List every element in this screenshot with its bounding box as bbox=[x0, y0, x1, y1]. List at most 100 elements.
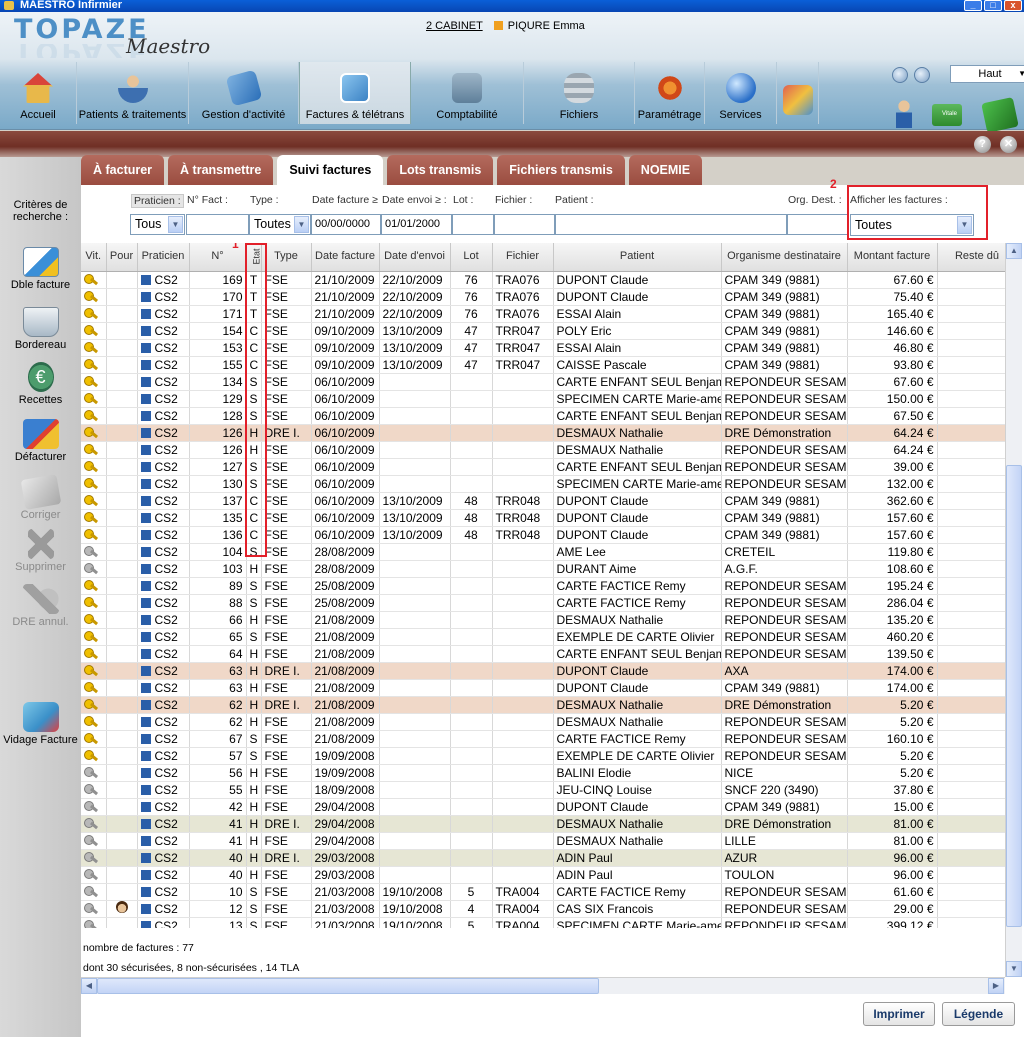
table-row[interactable]: CS2 127 S FSE 06/10/2009 CARTE ENFANT SEUL Be… bbox=[81, 458, 1005, 476]
nfact-input[interactable] bbox=[186, 214, 249, 235]
column-header-13[interactable]: Reste dû bbox=[937, 243, 1005, 272]
sidebar-button-2[interactable]: € Recettes bbox=[0, 362, 81, 406]
column-header-11[interactable]: Organisme destinataire bbox=[721, 243, 848, 272]
table-row[interactable]: CS2 135 C FSE 06/10/2009 13/10/2009 48 TRR048 DU… bbox=[81, 509, 1005, 527]
type-select[interactable]: Toutes ▼ bbox=[249, 214, 311, 235]
table-row[interactable]: CS2 62 H DRE I. 21/08/2009 DESMAUX Nathalie DR… bbox=[81, 696, 1005, 714]
table-row[interactable]: CS2 13 S FSE 21/03/2008 19/10/2008 5 TRA004 SPEC… bbox=[81, 917, 1005, 928]
cabinet-link[interactable]: 2 CABINET bbox=[426, 20, 483, 32]
sidebar-button-1[interactable]: Bordereau bbox=[0, 307, 81, 351]
position-select[interactable]: Haut ▼ bbox=[950, 65, 1024, 83]
sidebar-button-0[interactable]: Dble facture bbox=[0, 247, 81, 291]
table-row[interactable]: CS2 104 S FSE 28/08/2009 AME Lee CRETEIL 119.80… bbox=[81, 543, 1005, 561]
table-row[interactable]: CS2 10 S FSE 21/03/2008 19/10/2008 5 TRA004 CART… bbox=[81, 883, 1005, 901]
nav-item-3[interactable]: Factures & télétrans bbox=[299, 62, 411, 124]
column-header-10[interactable]: Patient bbox=[553, 243, 722, 272]
column-header-7[interactable]: Date d'envoi bbox=[379, 243, 451, 272]
column-header-1[interactable]: Pour bbox=[106, 243, 138, 272]
praticien-select[interactable]: Tous ▼ bbox=[130, 214, 185, 235]
column-header-6[interactable]: Date facture bbox=[311, 243, 380, 272]
back-icon[interactable] bbox=[892, 67, 908, 83]
table-row[interactable]: CS2 130 S FSE 06/10/2009 SPECIMEN CARTE Marie… bbox=[81, 475, 1005, 493]
minimize-button[interactable]: _ bbox=[964, 0, 982, 11]
print-button[interactable]: Imprimer bbox=[863, 1002, 935, 1026]
table-row[interactable]: CS2 128 S FSE 06/10/2009 CARTE ENFANT SEUL Be… bbox=[81, 407, 1005, 425]
nav-item-0[interactable]: Accueil bbox=[0, 62, 77, 124]
tab-0[interactable]: À facturer bbox=[81, 155, 165, 185]
sidebar-button-5[interactable]: Supprimer bbox=[0, 529, 81, 573]
table-row[interactable]: CS2 63 H DRE I. 21/08/2009 DUPONT Claude AXA 17… bbox=[81, 662, 1005, 680]
sidebar-button-3[interactable]: Défacturer bbox=[0, 419, 81, 463]
table-row[interactable]: CS2 136 C FSE 06/10/2009 13/10/2009 48 TRR048 DU… bbox=[81, 526, 1005, 544]
table-row[interactable]: CS2 55 H FSE 18/09/2008 JEU-CINQ Louise SNCF 2… bbox=[81, 781, 1005, 799]
table-row[interactable]: CS2 42 H FSE 29/04/2008 DUPONT Claude CPAM 349… bbox=[81, 798, 1005, 816]
tab-5[interactable]: NOEMIE bbox=[628, 155, 703, 185]
table-row[interactable]: CS2 63 H FSE 21/08/2009 DUPONT Claude CPAM 349… bbox=[81, 679, 1005, 697]
table-row[interactable]: CS2 126 H FSE 06/10/2009 DESMAUX Nathalie REPO… bbox=[81, 441, 1005, 459]
horizontal-scroll-thumb[interactable] bbox=[97, 978, 599, 994]
maximize-button[interactable]: □ bbox=[984, 0, 1002, 11]
nav-item-8[interactable] bbox=[777, 62, 819, 124]
tab-1[interactable]: À transmettre bbox=[168, 155, 274, 185]
table-row[interactable]: CS2 41 H DRE I. 29/04/2008 DESMAUX Nathalie DR… bbox=[81, 815, 1005, 833]
table-row[interactable]: CS2 40 H DRE I. 29/03/2008 ADIN Paul AZUR 96.00… bbox=[81, 849, 1005, 867]
table-row[interactable]: CS2 67 S FSE 21/08/2009 CARTE FACTICE Remy REP… bbox=[81, 730, 1005, 748]
nav-item-5[interactable]: Fichiers bbox=[524, 62, 635, 124]
table-row[interactable]: CS2 66 H FSE 21/08/2009 DESMAUX Nathalie REPON… bbox=[81, 611, 1005, 629]
nav-item-4[interactable]: Comptabilité bbox=[411, 62, 524, 124]
lot-input[interactable] bbox=[452, 214, 494, 235]
forward-icon[interactable] bbox=[914, 67, 930, 83]
column-header-5[interactable]: Type bbox=[261, 243, 312, 272]
horizontal-scrollbar[interactable]: ◀ ▶ bbox=[81, 977, 1005, 994]
scroll-right-arrow[interactable]: ▶ bbox=[988, 978, 1004, 994]
table-row[interactable]: CS2 129 S FSE 06/10/2009 SPECIMEN CARTE Marie… bbox=[81, 390, 1005, 408]
practitioner-icon[interactable] bbox=[896, 100, 912, 128]
window-close-button[interactable]: x bbox=[1004, 0, 1022, 11]
table-row[interactable]: CS2 170 T FSE 21/10/2009 22/10/2009 76 TRA076 DU… bbox=[81, 288, 1005, 306]
org-dest-input[interactable] bbox=[787, 214, 849, 235]
patient-input[interactable] bbox=[555, 214, 787, 235]
date-envoi-input[interactable]: 01/01/2000 bbox=[381, 214, 452, 235]
column-header-0[interactable]: Vit. bbox=[81, 243, 107, 272]
nav-item-6[interactable]: Paramétrage bbox=[635, 62, 705, 124]
table-row[interactable]: CS2 169 T FSE 21/10/2009 22/10/2009 76 TRA076 DU… bbox=[81, 271, 1005, 289]
table-row[interactable]: CS2 57 S FSE 19/09/2008 EXEMPLE DE CARTE Oliv… bbox=[81, 747, 1005, 765]
nav-item-2[interactable]: Gestion d'activité bbox=[189, 62, 299, 124]
table-row[interactable]: CS2 41 H FSE 29/04/2008 DESMAUX Nathalie LILLE… bbox=[81, 832, 1005, 850]
card-reader-icon[interactable] bbox=[981, 97, 1019, 133]
table-row[interactable]: CS2 65 S FSE 21/08/2009 EXEMPLE DE CARTE Oliv… bbox=[81, 628, 1005, 646]
scroll-up-arrow[interactable]: ▲ bbox=[1006, 243, 1022, 259]
vertical-scrollbar[interactable]: ▲ ▼ bbox=[1005, 243, 1022, 977]
table-row[interactable]: CS2 62 H FSE 21/08/2009 DESMAUX Nathalie REPON… bbox=[81, 713, 1005, 731]
vitale-card-icon[interactable]: Vitale bbox=[932, 104, 962, 126]
nav-item-7[interactable]: Services bbox=[705, 62, 777, 124]
help-icon[interactable]: ? bbox=[974, 136, 991, 153]
vertical-scroll-thumb[interactable] bbox=[1006, 465, 1022, 927]
column-header-2[interactable]: Praticien bbox=[137, 243, 190, 272]
table-row[interactable]: CS2 154 C FSE 09/10/2009 13/10/2009 47 TRR047 PO… bbox=[81, 322, 1005, 340]
table-row[interactable]: CS2 56 H FSE 19/09/2008 BALINI Elodie NICE 5.20… bbox=[81, 764, 1005, 782]
column-header-9[interactable]: Fichier bbox=[492, 243, 554, 272]
table-row[interactable]: CS2 103 H FSE 28/08/2009 DURANT Aime A.G.F. 108… bbox=[81, 560, 1005, 578]
tab-2[interactable]: Suivi factures bbox=[277, 155, 384, 187]
scroll-left-arrow[interactable]: ◀ bbox=[81, 978, 97, 994]
legend-button[interactable]: Légende bbox=[942, 1002, 1015, 1026]
table-row[interactable]: CS2 126 H DRE I. 06/10/2009 DESMAUX Nathalie D… bbox=[81, 424, 1005, 442]
table-row[interactable]: CS2 40 H FSE 29/03/2008 ADIN Paul TOULON 96.00 … bbox=[81, 866, 1005, 884]
table-row[interactable]: CS2 171 T FSE 21/10/2009 22/10/2009 76 TRA076 ES… bbox=[81, 305, 1005, 323]
table-row[interactable]: CS2 64 H FSE 21/08/2009 CARTE ENFANT SEUL Ben… bbox=[81, 645, 1005, 663]
scroll-down-arrow[interactable]: ▼ bbox=[1006, 961, 1022, 977]
table-row[interactable]: CS2 12 S FSE 21/03/2008 19/10/2008 4 TRA004 CAS … bbox=[81, 900, 1005, 918]
sidebar-button-6[interactable]: DRE annul. bbox=[0, 584, 81, 628]
tab-4[interactable]: Fichiers transmis bbox=[497, 155, 625, 185]
close-icon[interactable]: ✕ bbox=[1000, 136, 1017, 153]
table-row[interactable]: CS2 89 S FSE 25/08/2009 CARTE FACTICE Remy REP… bbox=[81, 577, 1005, 595]
fichier-input[interactable] bbox=[494, 214, 555, 235]
table-row[interactable]: CS2 134 S FSE 06/10/2009 CARTE ENFANT SEUL Be… bbox=[81, 373, 1005, 391]
table-row[interactable]: CS2 88 S FSE 25/08/2009 CARTE FACTICE Remy REP… bbox=[81, 594, 1005, 612]
sidebar-button-4[interactable]: Corriger bbox=[0, 474, 81, 521]
column-header-8[interactable]: Lot bbox=[450, 243, 493, 272]
table-row[interactable]: CS2 153 C FSE 09/10/2009 13/10/2009 47 TRR047 ES… bbox=[81, 339, 1005, 357]
column-header-12[interactable]: Montant facture bbox=[847, 243, 938, 272]
date-facture-input[interactable]: 00/00/0000 bbox=[311, 214, 381, 235]
